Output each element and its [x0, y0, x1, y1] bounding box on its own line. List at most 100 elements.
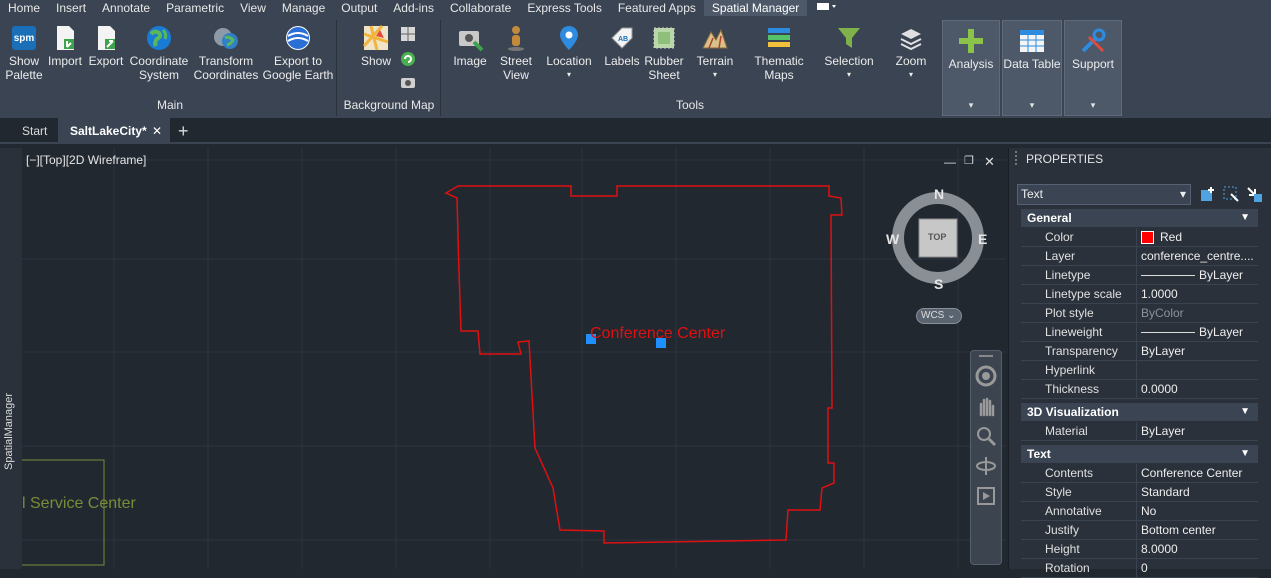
close-tab-icon[interactable]: ✕ [152, 118, 162, 144]
spatial-manager-sidebar[interactable] [0, 148, 22, 569]
tab-featured-apps[interactable]: Featured Apps [610, 0, 704, 16]
labels-button[interactable]: AB Labels [602, 24, 642, 68]
tab-express-tools[interactable]: Express Tools [519, 0, 609, 16]
tab-saltlakecity[interactable]: SaltLakeCity* ✕ [58, 118, 170, 144]
compass-west[interactable]: W [886, 231, 899, 247]
analysis-button[interactable]: Analysis ▾ [942, 20, 1000, 116]
text-group-header[interactable]: Text ▼ [1021, 445, 1258, 463]
data-table-button[interactable]: Data Table ▾ [1002, 20, 1062, 116]
property-value[interactable]: Conference Center [1136, 464, 1258, 483]
coordinate-system-button[interactable]: Coordinate System [128, 24, 190, 82]
tab-annotate[interactable]: Annotate [94, 0, 158, 16]
tab-insert[interactable]: Insert [48, 0, 94, 16]
property-row-linetype[interactable]: Linetype ByLayer [1021, 266, 1258, 285]
property-value[interactable]: ByLayer [1136, 422, 1258, 441]
tab-add-ins[interactable]: Add-ins [385, 0, 442, 16]
general-group-header[interactable]: General ▼ [1021, 209, 1258, 227]
property-row-material[interactable]: Material ByLayer [1021, 422, 1258, 441]
tab-manage[interactable]: Manage [274, 0, 333, 16]
export-to-google-earth-button[interactable]: Export to Google Earth [262, 24, 334, 82]
support-dropdown-arrow[interactable]: ▾ [1065, 100, 1121, 111]
show-palette-button[interactable]: spm Show Palette [4, 24, 44, 82]
compass-south[interactable]: S [934, 276, 943, 292]
minimize-viewport-icon[interactable]: — [944, 155, 956, 169]
orbit-icon[interactable] [975, 455, 997, 477]
object-type-select[interactable]: Text ▾ [1017, 184, 1191, 205]
street-view-button[interactable]: Street View [496, 24, 536, 82]
map-grid-icon[interactable] [400, 26, 416, 42]
camera-icon[interactable] [400, 74, 416, 90]
3d-visualization-group-header[interactable]: 3D Visualization ▼ [1021, 403, 1258, 421]
property-row-height[interactable]: Height 8.0000 [1021, 540, 1258, 559]
property-value[interactable]: ByLayer [1136, 266, 1258, 285]
property-row-contents[interactable]: Contents Conference Center [1021, 464, 1258, 483]
property-row-style[interactable]: Style Standard [1021, 483, 1258, 502]
quick-select-icon[interactable] [1245, 185, 1263, 203]
property-value[interactable] [1136, 361, 1258, 380]
service-center-text[interactable]: l Service Center [22, 495, 136, 513]
property-value[interactable]: 1.0000 [1136, 285, 1258, 304]
palette-grip-icon[interactable] [1015, 151, 1019, 165]
support-button[interactable]: Support ▾ [1064, 20, 1122, 116]
image-button[interactable]: Image [450, 24, 490, 68]
tab-parametric[interactable]: Parametric [158, 0, 232, 16]
wcs-dropdown[interactable]: WCS ⌄ [916, 308, 962, 324]
terrain-dropdown-arrow[interactable]: ▾ [692, 68, 738, 82]
viewcube-top-face[interactable]: TOP [928, 232, 946, 242]
zoom-dropdown-arrow[interactable]: ▾ [888, 68, 934, 82]
steering-wheel-icon[interactable] [975, 365, 997, 387]
location-button[interactable]: Location ▾ [542, 24, 596, 82]
zoom-button[interactable]: Zoom ▾ [888, 24, 934, 82]
property-value[interactable]: Bottom center [1136, 521, 1258, 540]
location-dropdown-arrow[interactable]: ▾ [542, 68, 596, 82]
property-row-lineweight[interactable]: Lineweight ByLayer [1021, 323, 1258, 342]
tab-home[interactable]: Home [0, 0, 48, 16]
property-value[interactable]: Red [1136, 228, 1258, 247]
selection-button[interactable]: Selection ▾ [820, 24, 878, 82]
rubber-sheet-button[interactable]: Rubber Sheet [644, 24, 684, 82]
property-row-annotative[interactable]: Annotative No [1021, 502, 1258, 521]
analysis-dropdown-arrow[interactable]: ▾ [943, 100, 999, 111]
property-row-linetype-scale[interactable]: Linetype scale 1.0000 [1021, 285, 1258, 304]
close-viewport-icon[interactable]: ✕ [984, 154, 995, 170]
pan-hand-icon[interactable] [975, 395, 997, 417]
property-value[interactable]: conference_centre.... [1136, 247, 1258, 266]
transform-coordinates-button[interactable]: Transform Coordinates [192, 24, 260, 82]
compass-east[interactable]: E [978, 231, 987, 247]
showmotion-icon[interactable] [975, 485, 997, 507]
select-objects-icon[interactable] [1222, 185, 1240, 203]
property-row-layer[interactable]: Layer conference_centre.... [1021, 247, 1258, 266]
restore-viewport-icon[interactable]: ❐ [964, 154, 974, 167]
property-value[interactable]: 8.0000 [1136, 540, 1258, 559]
property-row-plot-style[interactable]: Plot style ByColor [1021, 304, 1258, 323]
conference-center-text[interactable]: Conference Center [590, 325, 725, 343]
property-row-hyperlink[interactable]: Hyperlink [1021, 361, 1258, 380]
tab-output[interactable]: Output [333, 0, 385, 16]
tab-start[interactable]: Start [8, 118, 58, 144]
property-value[interactable]: 0.0000 [1136, 380, 1258, 399]
viewport-controls-label[interactable]: [−][Top][2D Wireframe] [26, 153, 146, 167]
import-button[interactable]: Import [46, 24, 84, 68]
tab-view[interactable]: View [232, 0, 274, 16]
data-table-dropdown-arrow[interactable]: ▾ [1003, 100, 1061, 111]
terrain-button[interactable]: Terrain ▾ [692, 24, 738, 82]
compass-north[interactable]: N [934, 186, 944, 202]
toggle-pickadd-icon[interactable] [1199, 185, 1217, 203]
drawing-viewport[interactable]: Conference Center l Service Center N S E… [22, 148, 1006, 569]
property-row-color[interactable]: Color Red [1021, 228, 1258, 247]
property-row-justify[interactable]: Justify Bottom center [1021, 521, 1258, 540]
new-tab-button[interactable]: + [178, 118, 200, 144]
property-value[interactable]: ByLayer [1136, 342, 1258, 361]
conference-center-boundary[interactable] [444, 185, 843, 544]
zoom-extents-icon[interactable] [975, 425, 997, 447]
tab-spatial-manager[interactable]: Spatial Manager [703, 0, 808, 16]
selection-dropdown-arrow[interactable]: ▾ [820, 68, 878, 82]
navigation-bar[interactable] [970, 350, 1002, 565]
ribbon-options-dropdown[interactable] [807, 0, 843, 16]
tab-collaborate[interactable]: Collaborate [442, 0, 519, 16]
thematic-maps-button[interactable]: Thematic Maps [750, 24, 808, 82]
export-button[interactable]: Export [86, 24, 126, 68]
show-background-map-button[interactable]: Show [356, 24, 396, 68]
property-value[interactable]: Standard [1136, 483, 1258, 502]
property-row-transparency[interactable]: Transparency ByLayer [1021, 342, 1258, 361]
